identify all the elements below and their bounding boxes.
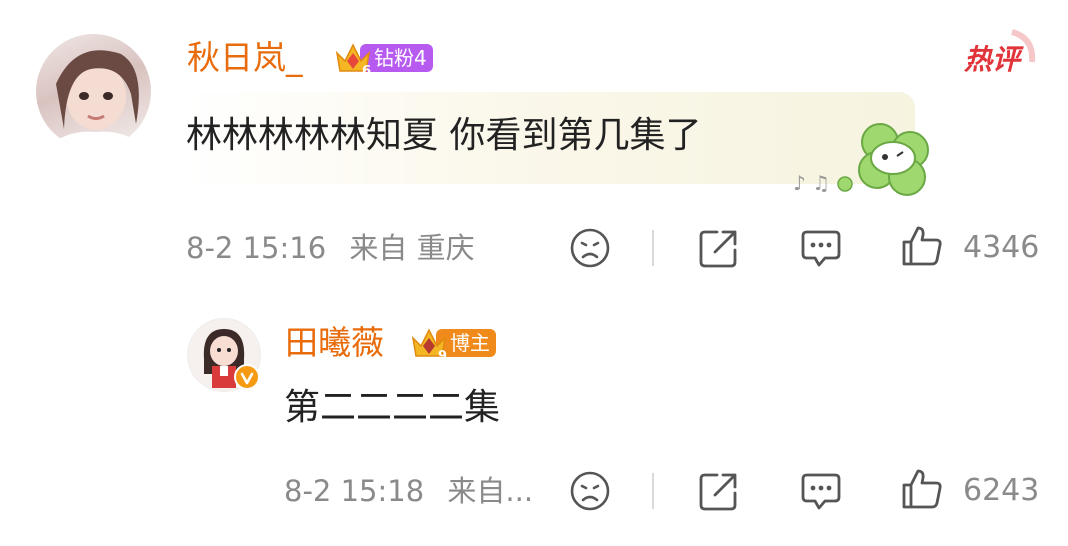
comment-icon[interactable] bbox=[799, 469, 843, 513]
reply-location: 来自... bbox=[447, 474, 534, 508]
reply-like-count: 6243 bbox=[963, 473, 1040, 508]
fan-badge[interactable]: 6 钻粉4 bbox=[334, 39, 433, 77]
hot-label: 热评 bbox=[964, 43, 1021, 76]
svg-text:♪ ♫: ♪ ♫ bbox=[793, 171, 830, 195]
reply-time: 8-2 15:18 bbox=[284, 474, 425, 508]
verified-icon bbox=[234, 364, 260, 390]
dislike-icon[interactable] bbox=[569, 470, 611, 512]
action-divider bbox=[652, 230, 654, 266]
share-icon[interactable] bbox=[697, 469, 741, 513]
comment-icon[interactable] bbox=[799, 226, 843, 270]
reply-meta: 8-2 15:18 来自... bbox=[284, 473, 533, 509]
like-icon[interactable] bbox=[900, 467, 944, 511]
reply-username[interactable]: 田曦薇 bbox=[285, 323, 384, 363]
comment-time: 8-2 15:16 bbox=[186, 231, 327, 265]
comment-text[interactable]: 林林林林林知夏 你看到第几集了 bbox=[186, 112, 701, 160]
comment-location: 来自 重庆 bbox=[349, 231, 475, 265]
reply-text[interactable]: 第二二二二集 bbox=[284, 384, 500, 432]
badge-level: 6 bbox=[362, 64, 371, 77]
share-icon[interactable] bbox=[697, 226, 741, 270]
username[interactable]: 秋日岚_ bbox=[187, 38, 303, 78]
like-count: 4346 bbox=[963, 230, 1040, 265]
like-icon[interactable] bbox=[900, 224, 944, 268]
badge-level: 9 bbox=[438, 349, 447, 362]
avatar-portrait-image bbox=[46, 50, 146, 149]
crown-icon: 6 bbox=[335, 43, 371, 77]
clover-sticker-icon: ♪ ♫ bbox=[793, 123, 929, 196]
action-divider bbox=[652, 473, 654, 509]
user-avatar[interactable] bbox=[36, 34, 151, 149]
dislike-icon[interactable] bbox=[569, 227, 611, 269]
blogger-badge[interactable]: 9 博主 bbox=[410, 324, 496, 362]
crown-icon: 9 bbox=[411, 328, 447, 362]
hot-comment-badge: 热评 bbox=[962, 28, 1040, 82]
comment-meta: 8-2 15:16 来自 重庆 bbox=[186, 230, 475, 266]
